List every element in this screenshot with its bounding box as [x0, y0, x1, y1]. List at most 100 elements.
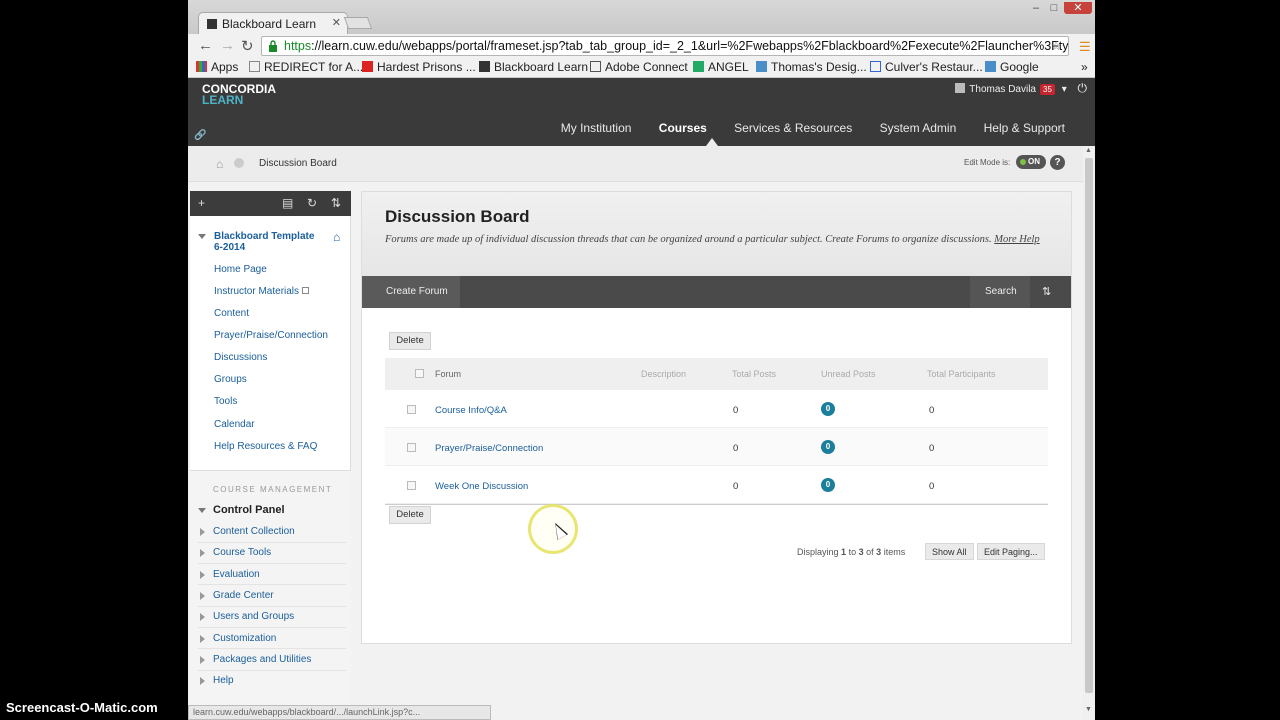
column-total-participants[interactable]: Total Participants	[927, 369, 996, 379]
new-tab-button[interactable]	[343, 17, 373, 29]
forward-arrow-icon[interactable]: →	[220, 37, 235, 54]
add-menu-item-icon[interactable]: +	[198, 196, 205, 210]
cm-item-customization[interactable]: Customization	[213, 633, 276, 644]
expand-icon[interactable]	[200, 592, 205, 600]
sidebar-item-calendar[interactable]: Calendar	[214, 419, 255, 430]
nav-system-admin[interactable]: System Admin	[880, 121, 957, 135]
edit-paging-button[interactable]: Edit Paging...	[977, 543, 1045, 560]
browser-tab-active[interactable]: Blackboard Learn ✕	[198, 12, 348, 34]
show-all-button[interactable]: Show All	[925, 543, 974, 560]
collapse-course-icon[interactable]	[198, 234, 206, 239]
cm-item-grade-center[interactable]: Grade Center	[213, 590, 274, 601]
unread-badge[interactable]: 0	[821, 402, 835, 416]
maximize-icon[interactable]: □	[1045, 2, 1063, 14]
cm-item-course-tools[interactable]: Course Tools	[213, 547, 271, 558]
notification-badge[interactable]: 35	[1040, 84, 1055, 95]
tab-close-icon[interactable]: ✕	[332, 16, 341, 29]
sidebar-item-help-resources[interactable]: Help Resources & FAQ	[214, 441, 317, 452]
chrome-menu-icon[interactable]: ☰	[1079, 39, 1091, 55]
delete-button-bottom[interactable]: Delete	[389, 506, 431, 524]
nav-my-institution[interactable]: My Institution	[561, 121, 632, 135]
expand-icon[interactable]	[200, 677, 205, 685]
bookmark-redirect[interactable]: REDIRECT for A...	[249, 60, 363, 74]
vertical-scrollbar[interactable]: ▲ ▼	[1083, 146, 1095, 720]
more-help-link[interactable]: More Help	[994, 234, 1039, 245]
nav-courses[interactable]: Courses	[659, 121, 707, 135]
bookmark-star-icon[interactable]: ☆	[1050, 38, 1062, 54]
column-forum[interactable]: Forum	[435, 369, 461, 379]
browser-titlebar: Blackboard Learn ✕ – □ ✕	[188, 0, 1095, 34]
bookmark-apps[interactable]: Apps	[196, 60, 238, 74]
course-title[interactable]: Blackboard Template 6-2014	[214, 231, 324, 253]
forum-link[interactable]: Week One Discussion	[435, 481, 528, 492]
row-checkbox[interactable]	[407, 443, 416, 452]
bookmark-culvers[interactable]: Culver's Restaur...	[870, 60, 983, 74]
logout-icon[interactable]: ⏻	[1078, 81, 1088, 95]
back-arrow-icon[interactable]: ←	[198, 37, 213, 54]
bookmark-blackboard[interactable]: Blackboard Learn	[479, 60, 588, 74]
row-checkbox[interactable]	[407, 405, 416, 414]
bookmark-google[interactable]: Google	[985, 60, 1039, 74]
search-button[interactable]: Search	[970, 276, 1030, 308]
minimize-icon[interactable]: –	[1027, 2, 1045, 14]
unread-badge[interactable]: 0	[821, 440, 835, 454]
sidebar-item-tools[interactable]: Tools	[214, 396, 237, 407]
reload-icon[interactable]: ↻	[241, 37, 254, 55]
scroll-up-icon[interactable]: ▲	[1085, 147, 1092, 154]
forum-link[interactable]: Prayer/Praise/Connection	[435, 443, 543, 454]
scroll-down-icon[interactable]: ▼	[1085, 706, 1092, 713]
chevron-down-icon[interactable]: ▾	[1062, 84, 1067, 95]
reorder-icon[interactable]: ⇅	[331, 196, 341, 210]
expand-icon[interactable]	[200, 571, 205, 579]
expand-icon[interactable]	[200, 528, 205, 536]
expand-icon[interactable]	[200, 613, 205, 621]
sidebar-item-prayer-praise[interactable]: Prayer/Praise/Connection	[214, 330, 328, 341]
create-forum-button[interactable]: Create Forum	[362, 276, 460, 308]
expand-icon[interactable]	[200, 635, 205, 643]
sort-icon[interactable]: ⇅	[1042, 285, 1051, 298]
unread-badge[interactable]: 0	[821, 478, 835, 492]
expand-icon[interactable]	[200, 549, 205, 557]
cm-item-packages-utilities[interactable]: Packages and Utilities	[213, 654, 311, 665]
expand-icon[interactable]	[200, 656, 205, 664]
cm-item-users-groups[interactable]: Users and Groups	[213, 611, 294, 622]
cm-item-help[interactable]: Help	[213, 675, 234, 686]
sidebar-item-instructor-materials[interactable]: Instructor Materials	[214, 286, 310, 297]
nav-help-support[interactable]: Help & Support	[984, 121, 1065, 135]
sidebar-item-content[interactable]: Content	[214, 308, 249, 319]
breadcrumb-menu-icon[interactable]	[234, 158, 244, 168]
cm-item-evaluation[interactable]: Evaluation	[213, 569, 260, 580]
bookmarks-overflow-icon[interactable]: »	[1081, 60, 1088, 74]
column-unread-posts[interactable]: Unread Posts	[821, 369, 876, 379]
sidebar-item-groups[interactable]: Groups	[214, 374, 247, 385]
scrollbar-thumb[interactable]	[1085, 158, 1093, 693]
bookmark-angel[interactable]: ANGEL	[693, 60, 749, 74]
cm-item-content-collection[interactable]: Content Collection	[213, 526, 295, 537]
nav-services-resources[interactable]: Services & Resources	[734, 121, 852, 135]
refresh-icon[interactable]: ↻	[307, 196, 317, 210]
concordia-learn-logo[interactable]: CONCORDIA LEARN	[202, 83, 276, 106]
url-input[interactable]: https://learn.cuw.edu/webapps/portal/fra…	[261, 36, 1069, 56]
course-home-icon[interactable]: ⌂	[333, 230, 340, 244]
site-icon	[756, 61, 767, 72]
row-checkbox[interactable]	[407, 481, 416, 490]
help-icon[interactable]: ?	[1050, 155, 1065, 170]
forum-link[interactable]: Course Info/Q&A	[435, 405, 507, 416]
control-panel-title[interactable]: Control Panel	[213, 504, 285, 516]
select-all-checkbox[interactable]	[415, 369, 424, 378]
bookmark-adobe-connect[interactable]: Adobe Connect	[590, 60, 688, 74]
user-menu[interactable]: Thomas Davila 35 ▾ ⏻	[955, 81, 1087, 96]
delete-button-top[interactable]: Delete	[389, 332, 431, 350]
sidebar-item-home-page[interactable]: Home Page	[214, 264, 267, 275]
sidebar-item-discussions[interactable]: Discussions	[214, 352, 267, 363]
column-description[interactable]: Description	[641, 369, 686, 379]
home-icon[interactable]: ⌂	[216, 157, 223, 171]
link-icon[interactable]: 🔗	[194, 130, 206, 141]
bookmark-hardest-prisons[interactable]: Hardest Prisons ...	[362, 60, 476, 74]
column-total-posts[interactable]: Total Posts	[732, 369, 776, 379]
close-window-icon[interactable]: ✕	[1064, 2, 1092, 14]
folder-view-icon[interactable]: ▤	[282, 196, 293, 210]
bookmark-thomas-design[interactable]: Thomas's Desig...	[756, 60, 867, 74]
collapse-control-panel-icon[interactable]	[198, 508, 206, 513]
edit-mode-toggle[interactable]: ON	[1016, 155, 1046, 169]
